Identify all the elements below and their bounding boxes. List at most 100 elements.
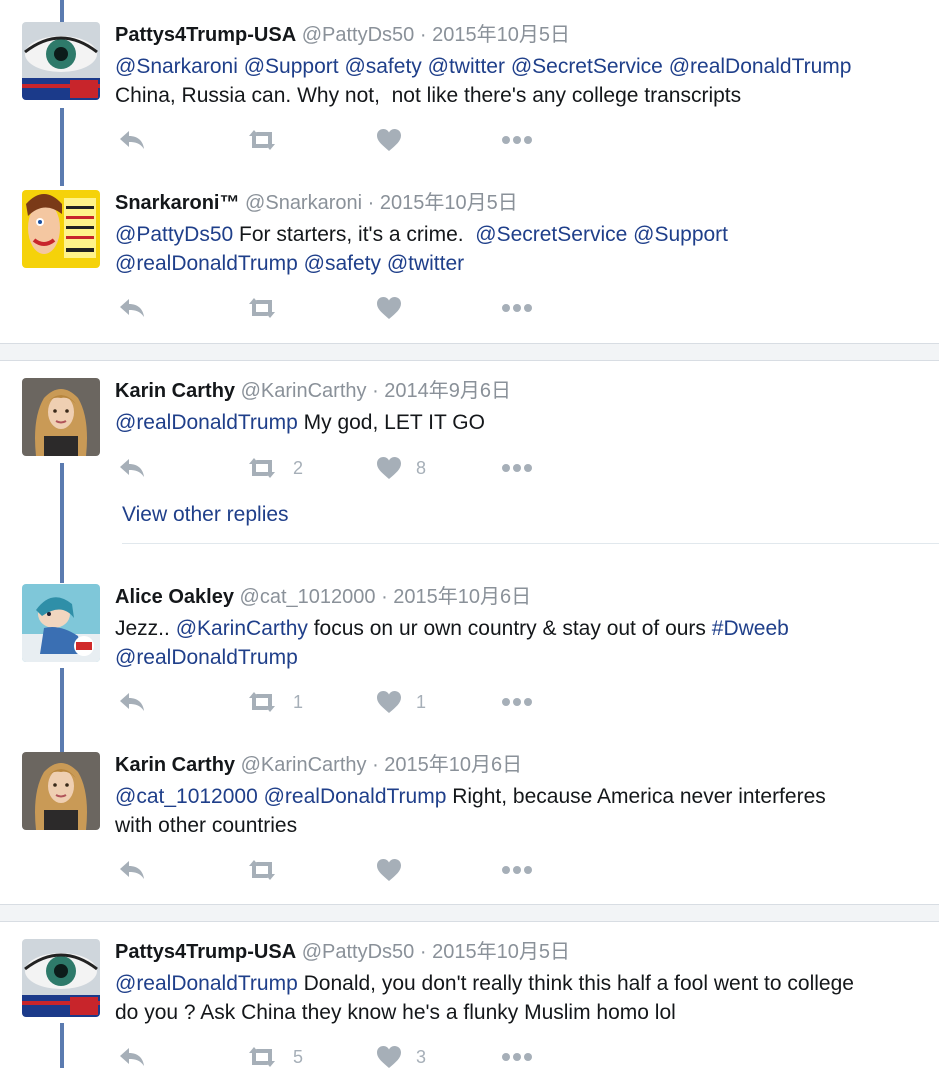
tweet-date[interactable]: 2015年10月6日 [393, 586, 531, 608]
retweet-icon [245, 858, 279, 882]
display-name[interactable]: Snarkaroni™ [115, 192, 239, 214]
mention-link[interactable]: @Support [244, 55, 339, 78]
more-button[interactable] [501, 125, 533, 155]
like-button[interactable] [376, 125, 416, 155]
reply-button[interactable] [117, 453, 147, 483]
eye-flag-avatar[interactable] [22, 939, 100, 1017]
hashtag-link[interactable]: #Dweeb [712, 617, 789, 640]
like-button[interactable] [376, 293, 416, 323]
tweet-text: @cat_1012000 @realDonaldTrump Right, bec… [115, 782, 930, 840]
tweet-text-line: @realDonaldTrump Donald, you don't reall… [115, 969, 930, 998]
display-name[interactable]: Alice Oakley [115, 586, 234, 608]
user-handle[interactable]: @Snarkaroni [245, 192, 362, 214]
mention-link[interactable]: @Snarkaroni [115, 55, 238, 78]
mention-link[interactable]: @twitter [428, 55, 505, 78]
thread-line [60, 463, 64, 583]
mention-link[interactable]: @cat_1012000 [115, 785, 258, 808]
like-icon [376, 296, 402, 320]
separator: · [367, 192, 375, 214]
reply-icon [117, 690, 147, 714]
retweet-count: 2 [293, 457, 304, 478]
reply-button[interactable] [117, 687, 147, 717]
reply-button[interactable] [117, 855, 147, 885]
tweet-text-line: @realDonaldTrump My god, LET IT GO [115, 408, 930, 437]
like-icon [376, 456, 402, 480]
mention-link[interactable]: @realDonaldTrump [115, 411, 298, 434]
tweet-date[interactable]: 2015年10月5日 [380, 192, 518, 214]
tweet-header: Pattys4Trump-USA @PattyDs50 · 2015年10月5日 [115, 939, 570, 965]
mention-link[interactable]: @twitter [387, 252, 464, 275]
display-name[interactable]: Karin Carthy [115, 754, 235, 776]
text-segment: with other countries [115, 814, 298, 837]
tweet-text-line: with other countries [115, 811, 930, 840]
tweet-header: Snarkaroni™ @Snarkaroni · 2015年10月5日 [115, 190, 518, 216]
tweet-header: Karin Carthy @KarinCarthy · 2014年9月6日 [115, 378, 511, 404]
tweet-text-line: @Snarkaroni @Support @safety @twitter @S… [115, 52, 930, 81]
retweet-button[interactable] [245, 125, 293, 155]
like-icon [376, 690, 402, 714]
retweet-icon [245, 1045, 279, 1069]
reply-icon [117, 456, 147, 480]
tweet-header: Karin Carthy @KarinCarthy · 2015年10月6日 [115, 752, 522, 778]
user-handle[interactable]: @PattyDs50 [302, 24, 415, 46]
user-handle[interactable]: @PattyDs50 [302, 941, 415, 963]
woman-portrait-avatar[interactable] [22, 752, 100, 830]
like-button[interactable]: 1 [376, 687, 426, 717]
retweet-button[interactable] [245, 293, 293, 323]
view-other-replies-link[interactable]: View other replies [122, 503, 289, 527]
mention-link[interactable]: @PattyDs50 [115, 223, 233, 246]
mention-link[interactable]: @realDonaldTrump [264, 785, 447, 808]
text-segment: Right, because America never interferes [446, 785, 826, 808]
user-handle[interactable]: @KarinCarthy [241, 754, 367, 776]
display-name[interactable]: Karin Carthy [115, 380, 235, 402]
reply-icon [117, 296, 147, 320]
eye-flag-avatar[interactable] [22, 22, 100, 100]
like-count: 3 [416, 1046, 427, 1067]
mention-link[interactable]: @realDonaldTrump [115, 252, 298, 275]
more-button[interactable] [501, 687, 533, 717]
retweet-icon [245, 690, 279, 714]
text-segment: For starters, it's a crime. [233, 223, 476, 246]
tweet-date[interactable]: 2015年10月5日 [432, 24, 570, 46]
mention-link[interactable]: @realDonaldTrump [115, 972, 298, 995]
comic-book-avatar[interactable] [22, 190, 100, 268]
display-name[interactable]: Pattys4Trump-USA [115, 941, 296, 963]
mention-link[interactable]: @realDonaldTrump [669, 55, 852, 78]
text-segment: Donald, you don't really think this half… [297, 972, 854, 995]
tweet-date[interactable]: 2015年10月6日 [384, 754, 522, 776]
more-icon [501, 463, 533, 473]
more-button[interactable] [501, 453, 533, 483]
mention-link[interactable]: @SecretService [511, 55, 663, 78]
more-button[interactable] [501, 855, 533, 885]
user-handle[interactable]: @cat_1012000 [240, 586, 376, 608]
user-handle[interactable]: @KarinCarthy [241, 380, 367, 402]
thread-line [60, 1023, 64, 1068]
like-button[interactable]: 8 [376, 453, 426, 483]
text-segment: focus on ur own country & stay out of ou… [307, 617, 712, 640]
tweet-date[interactable]: 2014年9月6日 [384, 380, 511, 402]
display-name[interactable]: Pattys4Trump-USA [115, 24, 296, 46]
reply-button[interactable] [117, 293, 147, 323]
mention-link[interactable]: @safety [344, 55, 421, 78]
retweet-button[interactable]: 2 [245, 453, 303, 483]
more-icon [501, 303, 533, 313]
retweet-button[interactable]: 1 [245, 687, 303, 717]
mention-link[interactable]: @realDonaldTrump [115, 646, 298, 669]
reply-icon [117, 1045, 147, 1069]
thread-line [60, 0, 64, 22]
retweet-count: 1 [293, 691, 304, 712]
retweet-button[interactable] [245, 855, 293, 885]
mention-link[interactable]: @SecretService [475, 223, 627, 246]
mention-link[interactable]: @safety [304, 252, 381, 275]
more-icon [501, 135, 533, 145]
more-icon [501, 1052, 533, 1062]
more-icon [501, 697, 533, 707]
woman-portrait-avatar[interactable] [22, 378, 100, 456]
illustration-avatar[interactable] [22, 584, 100, 662]
reply-button[interactable] [117, 125, 147, 155]
mention-link[interactable]: @KarinCarthy [176, 617, 308, 640]
more-button[interactable] [501, 293, 533, 323]
mention-link[interactable]: @Support [633, 223, 728, 246]
tweet-date[interactable]: 2015年10月5日 [432, 941, 570, 963]
like-button[interactable] [376, 855, 416, 885]
